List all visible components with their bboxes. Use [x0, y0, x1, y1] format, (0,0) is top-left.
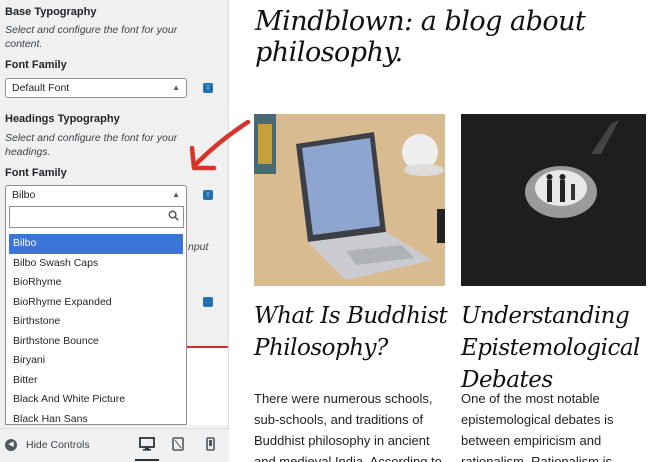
laptop-featured-image[interactable] — [254, 114, 445, 286]
font-option[interactable]: Black And White Picture — [6, 390, 186, 410]
search-icon — [168, 210, 179, 224]
font-option[interactable]: Bitter — [6, 371, 186, 391]
font-options-list: Bilbo Bilbo Swash Caps BioRhyme BioRhyme… — [6, 234, 186, 425]
base-font-family-value: Default Font — [12, 82, 70, 94]
base-typography-title: Base Typography — [5, 6, 97, 18]
customizer-footer: ◀ Hide Controls — [0, 428, 229, 462]
obscured-label: nput — [188, 241, 209, 253]
customizer-sidebar: Base Typography Select and configure the… — [0, 0, 229, 462]
obscured-panel — [187, 348, 228, 425]
headings-typography-title: Headings Typography — [5, 113, 120, 125]
font-option[interactable]: BioRhyme — [6, 273, 186, 293]
base-typography-description: Select and configure the font for your c… — [5, 24, 178, 50]
font-option[interactable]: Biryani — [6, 351, 186, 371]
post-excerpt: One of the most notable epistemological … — [461, 391, 614, 462]
site-title[interactable]: Mindblown: a blog about philosophy. — [255, 6, 662, 68]
desktop-preview-icon[interactable] — [135, 437, 159, 461]
hide-controls-label: Hide Controls — [26, 439, 90, 451]
base-font-family-select[interactable]: Default Font ▲ — [5, 78, 187, 98]
base-font-reset-icon[interactable]: ↕ — [203, 83, 213, 93]
tablet-preview-icon[interactable] — [172, 437, 188, 453]
obscured-reset-icon[interactable] — [203, 297, 213, 307]
font-dropdown-panel: Bilbo Bilbo Swash Caps BioRhyme BioRhyme… — [5, 203, 187, 425]
hide-controls-button[interactable]: ◀ Hide Controls — [5, 439, 90, 451]
post-title[interactable]: Understanding Epistemological Debates — [461, 300, 662, 396]
headings-font-family-select[interactable]: Bilbo ▲ — [5, 185, 187, 205]
font-option[interactable]: Birthstone Bounce — [6, 332, 186, 352]
mobile-preview-icon[interactable] — [206, 437, 222, 453]
collapse-arrow-icon: ◀ — [5, 439, 17, 451]
headings-font-family-label: Font Family — [5, 167, 67, 179]
headings-font-reset-icon[interactable]: ↕ — [203, 190, 213, 200]
font-option[interactable]: Bilbo — [9, 234, 183, 254]
font-option[interactable]: Bilbo Swash Caps — [6, 254, 186, 274]
base-font-family-label: Font Family — [5, 59, 67, 71]
cave-featured-image[interactable] — [461, 114, 646, 286]
site-preview: Mindblown: a blog about philosophy. What… — [230, 0, 662, 462]
annotation-arrow-icon — [189, 119, 251, 171]
font-option[interactable]: Birthstone — [6, 312, 186, 332]
chevron-down-icon: ▲ — [172, 83, 180, 92]
headings-font-family-value: Bilbo — [12, 189, 36, 201]
font-search-input[interactable] — [9, 206, 184, 228]
font-option[interactable]: Black Han Sans — [6, 410, 186, 425]
font-option[interactable]: BioRhyme Expanded — [6, 293, 186, 313]
headings-typography-description: Select and configure the font for your h… — [5, 132, 178, 158]
chevron-up-icon: ▲ — [172, 190, 180, 199]
post-excerpt: There were numerous schools, sub-schools… — [254, 391, 442, 462]
post-title[interactable]: What Is Buddhist Philosophy? — [254, 300, 454, 364]
